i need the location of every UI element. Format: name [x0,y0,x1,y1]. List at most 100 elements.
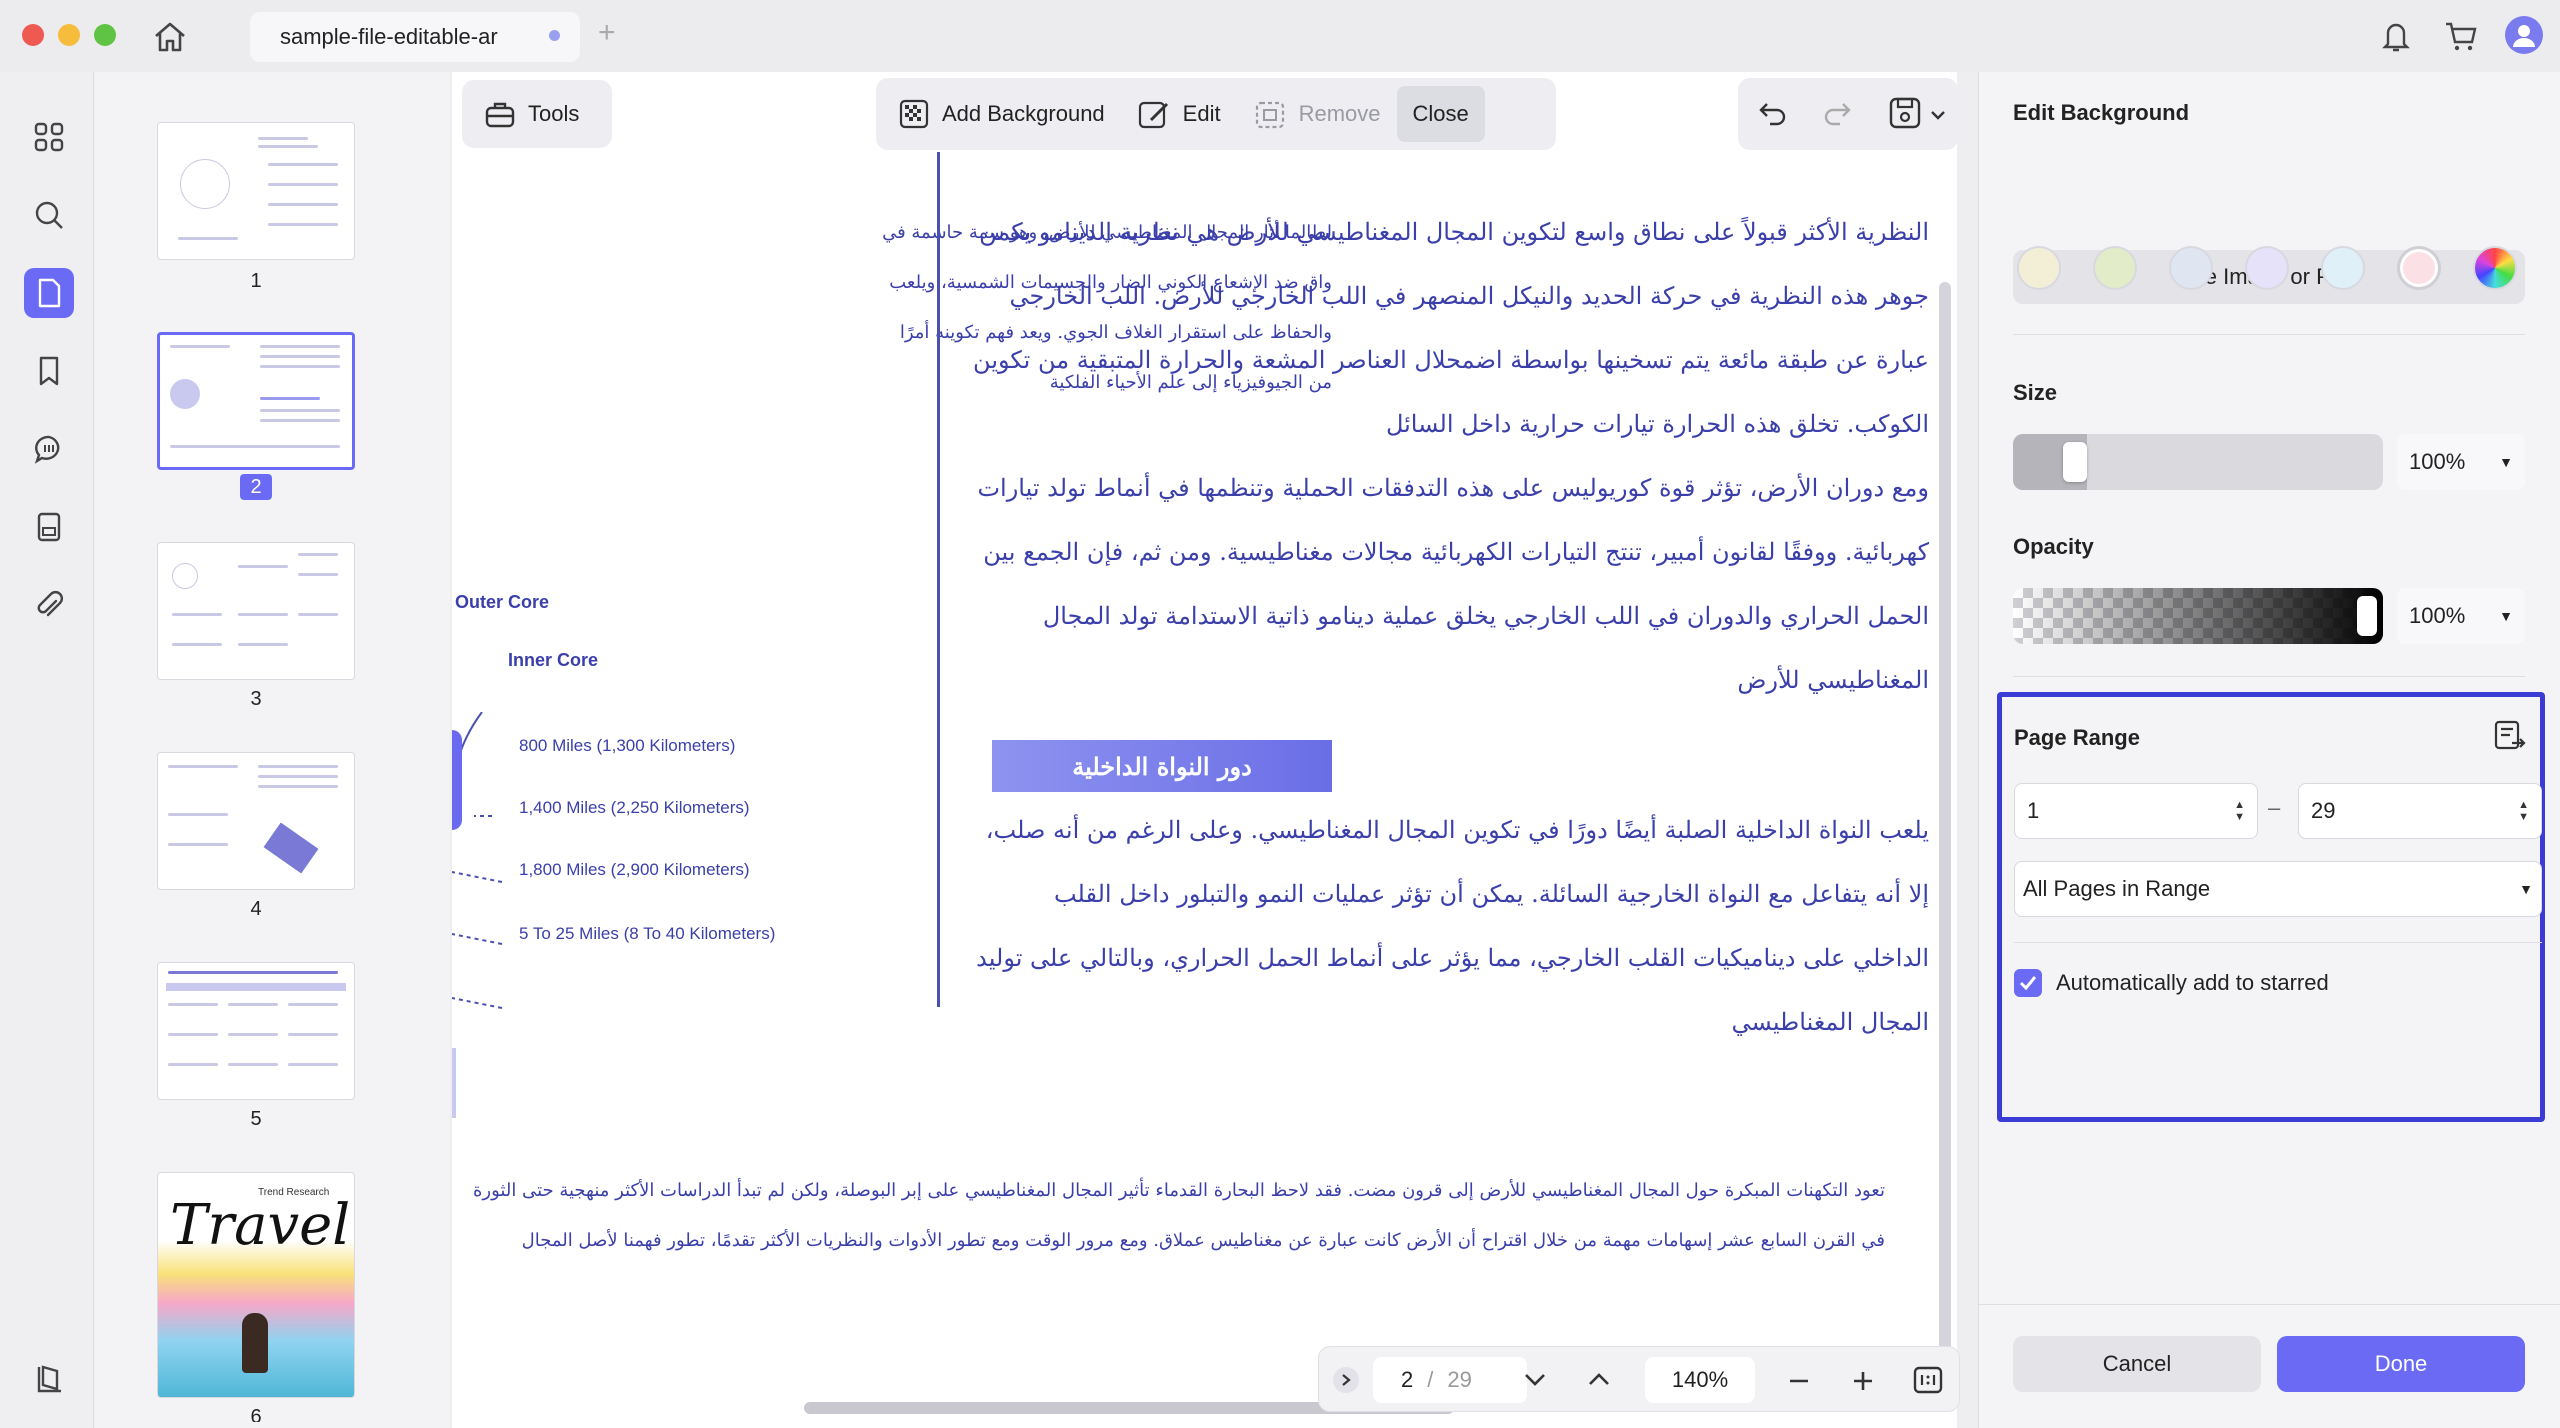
add-background-label: Add Background [942,101,1105,126]
range-from-input[interactable]: 1 ▲ ▼ [2014,783,2258,839]
opacity-slider-handle[interactable] [2357,596,2377,636]
close-window-button[interactable] [22,24,44,46]
next-page-chevron-down-icon[interactable] [1523,1369,1547,1395]
thumbnail-page-6[interactable]: Travel Trend Research [157,1172,355,1398]
opacity-select[interactable]: 100% ▼ [2397,588,2525,644]
zoom-out-icon[interactable] [1787,1369,1811,1399]
doc-para1-line-5: ومع دوران الأرض، تؤثر قوة كوريوليس على ه… [977,474,1929,502]
doc-para1-line-6: كهربائية. ووفقًا لقانون أمبير، تنتج التي… [983,538,1929,566]
auto-star-checkbox[interactable] [2014,969,2042,997]
diagram-outer-core-label: Outer Core [455,592,550,612]
actual-size-icon[interactable] [1913,1366,1943,1400]
bookmark-icon[interactable] [24,346,74,396]
save-options-chevron-icon[interactable] [1930,108,1946,126]
auto-star-option[interactable]: Automatically add to starred [2014,969,2329,997]
doc-para1-line-1: النظرية الأكثر قبولاً على نطاق واسع لتكو… [979,218,1929,246]
cancel-button[interactable]: Cancel [2013,1336,2261,1392]
range-from-stepper-icon[interactable]: ▲ ▼ [2234,799,2245,823]
doc-left-line-3: والحفاظ على استقرار الغلاف الجوي. ويعد ف… [899,322,1332,343]
page-range-options-icon[interactable] [2492,719,2526,758]
thumbnail-6-subtitle: Trend Research [258,1187,330,1198]
search-icon[interactable] [24,190,74,240]
form-icon[interactable] [24,502,74,552]
color-swatch[interactable] [2093,246,2137,290]
redo-icon[interactable] [1822,98,1852,133]
opacity-slider-fill [2013,588,2383,644]
notification-icon[interactable] [2380,18,2412,59]
close-button[interactable]: Close [1396,86,1485,142]
add-background-button[interactable]: Add Background [882,86,1121,142]
edit-button[interactable]: Edit [1121,86,1237,142]
page-range-label: Page Range [2014,725,2140,750]
cart-icon[interactable] [2444,20,2478,57]
core-diagram-arc [452,730,462,830]
range-to-stepper-icon[interactable]: ▲ ▼ [2518,799,2529,823]
tools-toolbar: Tools [462,80,612,148]
range-mode-select[interactable]: All Pages in Range ▼ [2014,861,2542,917]
grid-icon[interactable] [24,112,74,162]
size-label: Size [2013,380,2058,405]
size-select[interactable]: 100% ▼ [2397,434,2525,490]
edit-label: Edit [1182,101,1221,126]
undo-icon[interactable] [1758,98,1788,133]
thumbnail-page-2[interactable] [157,332,355,470]
diagram-distance-4: 5 To 25 Miles (8 To 40 Kilometers) [519,924,776,943]
range-from-value: 1 [2027,798,2040,823]
custom-color-picker[interactable] [2473,246,2517,290]
thumbnail-page-4[interactable] [157,752,355,890]
color-swatch[interactable] [2017,246,2061,290]
background-toolbar: Add Background Edit Remove Close [876,78,1556,150]
zoom-field[interactable]: 140% [1645,1357,1755,1403]
thumbnail-page-1[interactable] [157,122,355,260]
history-toolbar [1738,78,1958,150]
layers-icon[interactable] [24,1354,74,1404]
diagram-inner-core-label: Inner Core [508,650,599,670]
thumbnail-label-1: 1 [250,270,262,292]
comment-icon[interactable] [24,424,74,474]
doc-para1-line-8: المغناطيسي للأرض [1737,666,1929,694]
doc-bottom-line-2: في القرن السابع عشر إسهامات مهمة من خلال… [521,1230,1885,1251]
current-page: 2 [1401,1367,1414,1392]
color-swatch[interactable] [2169,246,2213,290]
zoom-window-button[interactable] [94,24,116,46]
previous-page-chevron-up-icon[interactable] [1587,1369,1611,1395]
zoom-in-icon[interactable] [1851,1369,1875,1399]
opacity-slider[interactable] [2013,588,2383,644]
avatar[interactable] [2505,16,2543,54]
diagram-distance-2: 1,400 Miles (2,250 Kilometers) [519,798,750,817]
thumbnail-label-5: 5 [250,1108,262,1130]
thumbnail-page-5[interactable] [157,962,355,1100]
save-icon[interactable] [1888,96,1922,135]
color-swatch[interactable] [2245,246,2289,290]
doc-para1-line-7: الحمل الحراري والدوران في اللب الخارجي ي… [1042,602,1929,630]
cancel-label: Cancel [2102,1351,2172,1376]
checker-icon [899,99,929,129]
document-tab-title: sample-file-editable-ar [280,24,498,49]
color-swatch[interactable] [2321,246,2365,290]
doc-para2-line-2: إلا أنه يتفاعل مع النواة الخارجية السائل… [1053,880,1929,908]
tools-button[interactable]: Tools [468,86,595,142]
attachment-icon[interactable] [24,580,74,630]
done-label: Done [2374,1351,2428,1376]
diagram-distance-1: 800 Miles (1,300 Kilometers) [519,736,736,755]
auto-star-label: Automatically add to starred [2056,970,2329,995]
thumbnail-label-6: 6 [250,1406,262,1422]
edit-background-panel: Edit Background Use Image or PDF Size 10… [1978,72,2560,1428]
add-tab-button[interactable]: + [598,16,616,50]
done-button[interactable]: Done [2277,1336,2525,1392]
range-to-input[interactable]: 29 ▲ ▼ [2298,783,2542,839]
size-slider-handle[interactable] [2063,442,2087,482]
expand-nav-icon[interactable] [1333,1367,1359,1393]
size-slider[interactable] [2013,434,2383,490]
remove-button[interactable]: Remove [1237,86,1397,142]
close-label: Close [1412,101,1469,126]
home-icon[interactable] [152,20,188,59]
minimize-window-button[interactable] [58,24,80,46]
document-tab[interactable]: sample-file-editable-ar [250,12,580,62]
color-swatch[interactable] [2397,246,2441,290]
page-number-field[interactable]: 2 / 29 [1373,1357,1527,1403]
canvas-vertical-scrollbar[interactable] [1939,282,1951,1382]
document-icon[interactable] [24,268,74,318]
thumbnail-label-3: 3 [250,688,262,710]
thumbnail-page-3[interactable] [157,542,355,680]
